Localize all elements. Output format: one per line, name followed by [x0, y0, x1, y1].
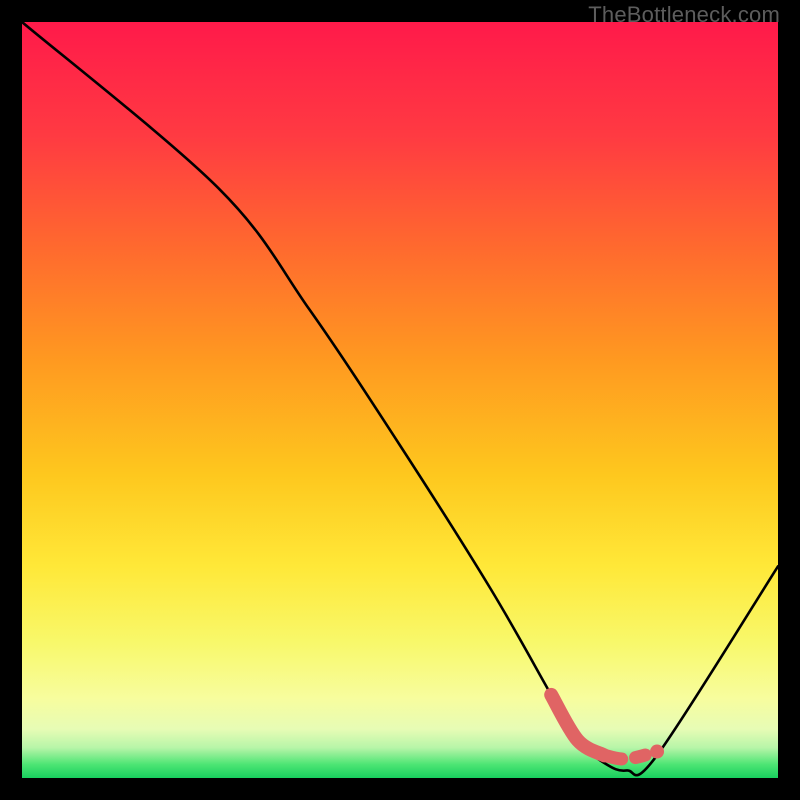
watermark-text: TheBottleneck.com	[588, 2, 780, 28]
chart-curve-layer	[22, 22, 778, 778]
bottleneck-curve	[22, 22, 778, 775]
chart-plot-area	[22, 22, 778, 778]
chart-frame: TheBottleneck.com	[0, 0, 800, 800]
accent-segment	[551, 695, 604, 755]
accent-segment-dashed	[604, 752, 657, 760]
accent-end-dot	[650, 745, 664, 759]
